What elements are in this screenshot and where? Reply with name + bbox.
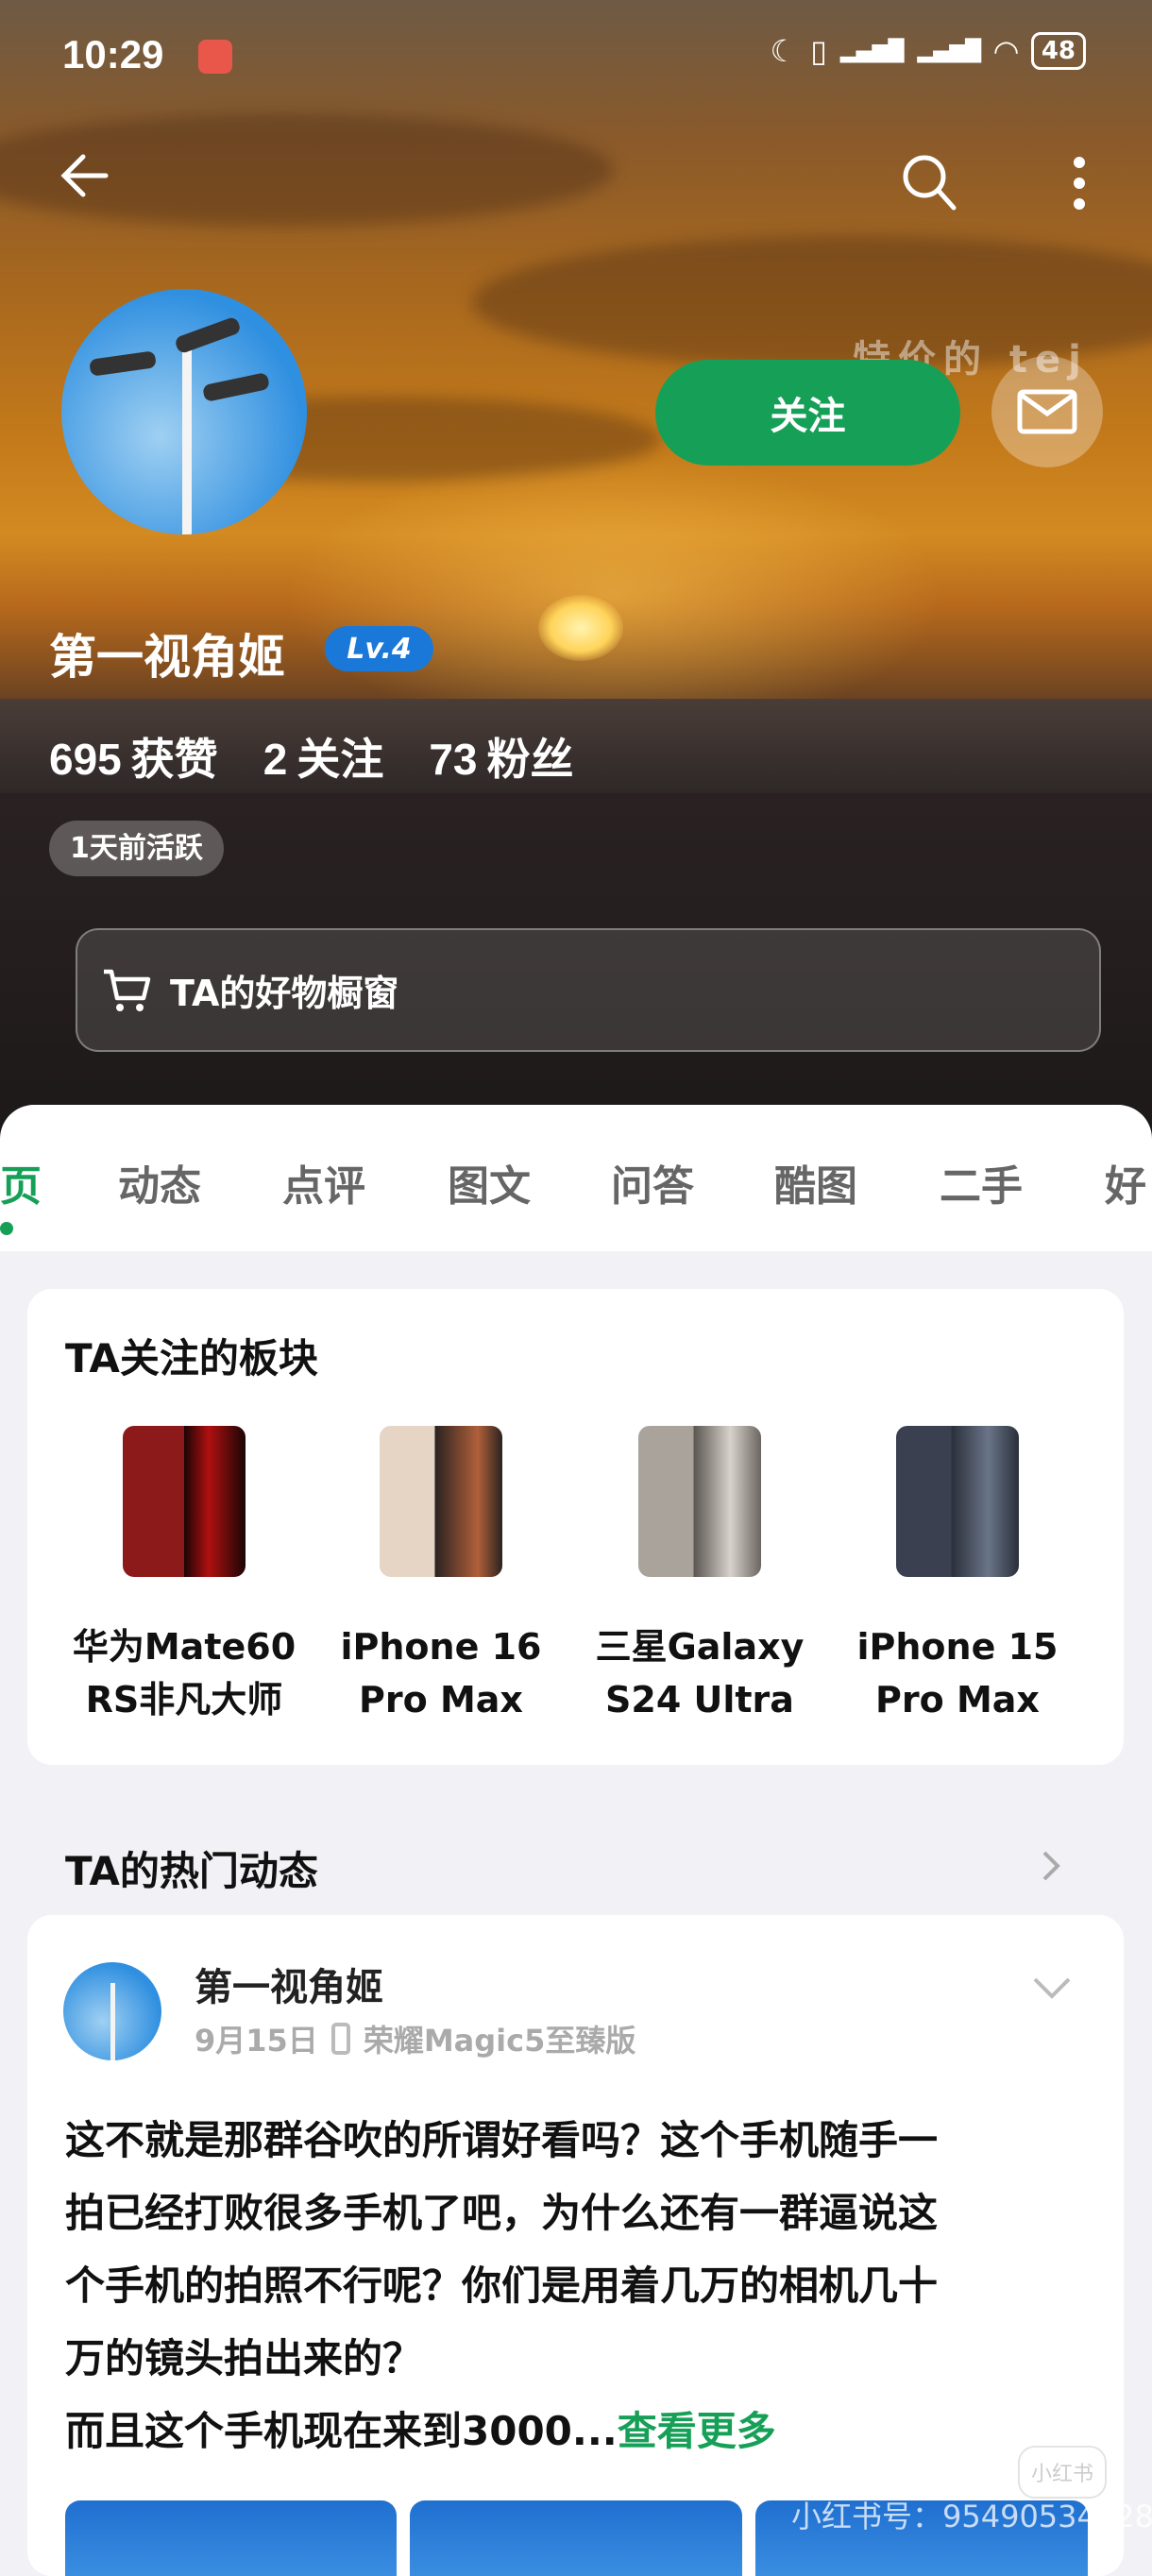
vibrate-icon: ▯ — [810, 33, 827, 69]
sun — [538, 595, 623, 661]
tab-home[interactable]: 页 — [0, 1152, 42, 1212]
mail-icon — [1017, 389, 1077, 434]
tab-indicator — [0, 1222, 13, 1235]
dnd-moon-icon: ☾ — [770, 33, 798, 69]
profile-name: 第一视角姬 — [49, 630, 285, 685]
search-icon — [903, 155, 957, 211]
signal-icon-2: ▂▄▆█ — [917, 39, 982, 63]
tab-goods[interactable]: 好 — [1105, 1152, 1146, 1212]
hot-posts-more-button[interactable] — [1037, 1847, 1065, 1889]
product-image — [896, 1426, 1019, 1577]
search-button[interactable] — [899, 151, 959, 215]
product-image — [638, 1426, 761, 1577]
post-image[interactable] — [65, 2500, 397, 2576]
stat-followers[interactable]: 73 粉丝 — [429, 725, 573, 788]
battery-icon: 48 — [1030, 32, 1086, 70]
tab-cool-pics[interactable]: 酷图 — [774, 1152, 857, 1212]
board-item[interactable]: iPhone 15 Pro Max — [844, 1426, 1071, 1726]
stat-following[interactable]: 2 关注 — [263, 725, 384, 788]
section-title: TA关注的板块 — [65, 1335, 318, 1381]
avatar[interactable] — [61, 289, 307, 534]
back-button[interactable] — [57, 147, 113, 218]
post-author-name[interactable]: 第一视角姬 — [195, 1957, 383, 2011]
recording-icon — [198, 40, 232, 74]
chevron-down-icon — [1033, 1977, 1071, 1999]
shop-window-label: TA的好物橱窗 — [170, 973, 399, 1014]
post-meta: 9月15日 荣耀Magic5至臻版 — [195, 2017, 635, 2060]
tab-articles[interactable]: 图文 — [448, 1152, 531, 1212]
status-icons: ☾ ▯ ▂▄▆█ ▂▄▆█ ◠ 48 — [771, 32, 1086, 70]
tab-second-hand[interactable]: 二手 — [940, 1152, 1023, 1212]
product-image — [380, 1426, 502, 1577]
post-image[interactable] — [410, 2500, 742, 2576]
post-device: 荣耀Magic5至臻版 — [363, 2023, 636, 2059]
xiaohongshu-id-watermark: 小红书号：95490534128 — [791, 2499, 1152, 2534]
stat-likes[interactable]: 695 获赞 — [49, 725, 218, 788]
more-vertical-icon — [1074, 157, 1085, 210]
message-button[interactable] — [991, 356, 1103, 467]
board-item[interactable]: iPhone 16 Pro Max — [328, 1426, 554, 1726]
phone-icon — [330, 2023, 350, 2055]
tab-qa[interactable]: 问答 — [611, 1152, 694, 1212]
board-item[interactable]: 华为Mate60 RS非凡大师 — [71, 1426, 297, 1726]
shop-window-button[interactable]: TA的好物橱窗 — [76, 928, 1101, 1052]
board-item[interactable]: 三星Galaxy S24 Ultra — [586, 1426, 813, 1726]
level-badge: Lv.4 — [325, 626, 433, 671]
status-time: 10:29 — [62, 32, 164, 76]
signal-icon: ▂▄▆█ — [839, 39, 905, 63]
product-image — [123, 1426, 246, 1577]
tab-reviews[interactable]: 点评 — [282, 1152, 365, 1212]
see-more-link[interactable]: 查看更多 — [618, 2408, 776, 2454]
chevron-right-icon — [1042, 1851, 1060, 1881]
hot-posts-title: TA的热门动态 — [65, 1848, 318, 1894]
profile-stats: 695 获赞 2 关注 73 粉丝 — [49, 725, 574, 788]
cart-icon — [104, 969, 151, 1011]
active-status-badge: 1天前活跃 — [49, 821, 224, 876]
wifi-icon: ◠ — [994, 33, 1018, 69]
post-options-button[interactable] — [1031, 1974, 1073, 2006]
post-date: 9月15日 — [195, 2023, 318, 2059]
more-button[interactable] — [1065, 155, 1093, 215]
tab-dynamics[interactable]: 动态 — [118, 1152, 201, 1212]
xiaohongshu-logo: 小红书 — [1018, 2446, 1107, 2499]
follow-button[interactable]: 关注 — [655, 360, 960, 466]
post-body[interactable]: 这不就是那群谷吹的所谓好看吗？这个手机随手一 拍已经打败很多手机了吧，为什么还有… — [65, 2104, 938, 2467]
post-author-avatar[interactable] — [63, 1962, 161, 2060]
arrow-left-icon — [60, 154, 109, 197]
